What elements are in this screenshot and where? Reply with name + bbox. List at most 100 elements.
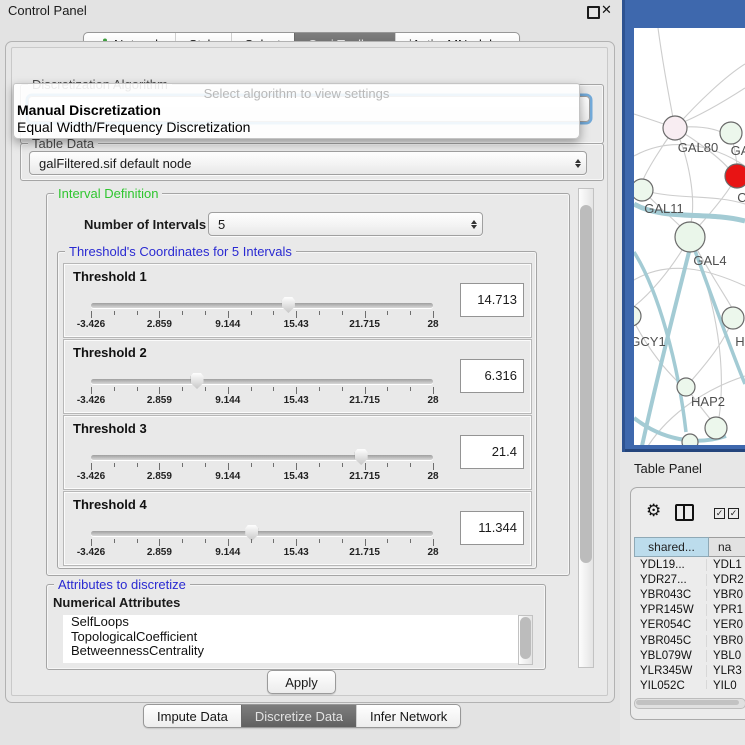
tab-impute-data[interactable]: Impute Data: [144, 705, 241, 727]
checkbox-icon[interactable]: ✓: [714, 508, 725, 519]
slider-ticks: [91, 311, 433, 319]
cell-name[interactable]: YBL0: [707, 650, 745, 662]
major-tick: [159, 463, 160, 470]
scale-label: 9.144: [215, 471, 240, 482]
cell-name[interactable]: YDL1: [707, 559, 745, 571]
threshold-3-slider[interactable]: [91, 455, 433, 460]
scrollbar-thumb[interactable]: [520, 617, 531, 659]
minor-tick: [182, 387, 183, 391]
network-edge[interactable]: [679, 88, 745, 124]
scale-label: 21.715: [349, 471, 380, 482]
cell-shared-name[interactable]: YPR145W: [634, 604, 707, 616]
minor-tick: [410, 539, 411, 543]
table-panel-region: Table Panel ⚙ ✓ ✓ shared... na YDL19...Y…: [620, 452, 745, 745]
threshold-2-slider[interactable]: [91, 379, 433, 384]
table-row[interactable]: YBL079WYBL0: [634, 648, 745, 663]
network-edge[interactable]: [658, 28, 675, 128]
cell-name[interactable]: YIL0: [707, 680, 745, 689]
minor-tick: [273, 463, 274, 467]
threshold-4-value-field[interactable]: 11.344: [460, 511, 524, 545]
slider-scale-labels: -3.4262.8599.14415.4321.71528: [91, 547, 433, 559]
threshold-1-value-field[interactable]: 14.713: [460, 283, 524, 317]
float-panel-icon[interactable]: [587, 6, 600, 19]
cell-name[interactable]: YBR0: [707, 589, 745, 601]
threshold-2-value-field[interactable]: 6.316: [460, 359, 524, 393]
table-horizontal-scrollbar[interactable]: [634, 698, 745, 709]
cell-shared-name[interactable]: YBR045C: [634, 635, 707, 647]
tab-infer-network[interactable]: Infer Network: [356, 705, 460, 727]
interval-definition-label: Interval Definition: [54, 186, 162, 201]
cell-name[interactable]: YPR1: [707, 604, 745, 616]
cell-name[interactable]: YLR3: [707, 665, 745, 677]
table-row[interactable]: YER054CYER0: [634, 618, 745, 633]
attribute-list-item[interactable]: BetweennessCentrality: [63, 644, 518, 659]
cell-shared-name[interactable]: YER054C: [634, 619, 707, 631]
network-edge[interactable]: [675, 64, 745, 128]
threshold-1-slider[interactable]: [91, 303, 433, 308]
attributes-list-scrollbar[interactable]: [518, 615, 533, 665]
network-node[interactable]: [682, 434, 698, 445]
network-node-gal4[interactable]: [675, 222, 705, 252]
major-tick: [228, 387, 229, 394]
attribute-list-item[interactable]: TopologicalCoefficient: [63, 630, 518, 645]
table-row[interactable]: YPR145WYPR1: [634, 603, 745, 618]
apply-button[interactable]: Apply: [267, 670, 336, 694]
table-row[interactable]: YBR043CYBR0: [634, 587, 745, 602]
scrollbar-thumb[interactable]: [580, 205, 592, 563]
minor-tick: [137, 387, 138, 391]
close-panel-icon[interactable]: ✕: [601, 2, 612, 18]
column-header-shared-name[interactable]: shared...: [634, 537, 709, 557]
cell-shared-name[interactable]: YBR043C: [634, 589, 707, 601]
network-canvas[interactable]: GAL80GACGAL11GAL4GCY1HHAP2: [634, 28, 745, 445]
node-label: C: [737, 190, 745, 205]
threshold-3-value-field[interactable]: 21.4: [460, 435, 524, 469]
slider-ticks: [91, 539, 433, 547]
major-tick: [159, 311, 160, 318]
scrollbar-thumb[interactable]: [636, 700, 739, 705]
major-tick: [228, 539, 229, 546]
node-label: GAL4: [693, 253, 726, 268]
minor-tick: [410, 463, 411, 467]
number-of-intervals-select[interactable]: 5: [208, 212, 483, 236]
option-manual-discretization[interactable]: Manual Discretization: [14, 102, 579, 119]
cell-name[interactable]: YBR0: [707, 635, 745, 647]
threshold-4-slider[interactable]: [91, 531, 433, 536]
major-tick: [365, 311, 366, 318]
scale-label: 28: [427, 547, 438, 558]
table-row[interactable]: YBR045CYBR0: [634, 633, 745, 648]
table-row[interactable]: YDL19...YDL1: [634, 557, 745, 572]
table-data-select[interactable]: galFiltered.sif default node: [29, 151, 587, 175]
cell-shared-name[interactable]: YDL19...: [634, 559, 707, 571]
attribute-list-item[interactable]: SelfLoops: [63, 615, 518, 630]
table-row[interactable]: YIL052CYIL0: [634, 679, 745, 690]
table-row[interactable]: YDR27...YDR2: [634, 572, 745, 587]
network-node-gal80[interactable]: [663, 116, 687, 140]
cell-name[interactable]: YER0: [707, 619, 745, 631]
split-columns-icon[interactable]: [675, 504, 694, 521]
major-tick: [296, 539, 297, 546]
cell-shared-name[interactable]: YIL052C: [634, 680, 707, 689]
major-tick: [228, 463, 229, 470]
control-panel-title: Control Panel: [8, 3, 87, 18]
table-row[interactable]: YLR345WYLR3: [634, 663, 745, 678]
column-header-name[interactable]: na: [709, 537, 745, 557]
cell-shared-name[interactable]: YBL079W: [634, 650, 707, 662]
gear-icon[interactable]: ⚙: [646, 502, 661, 519]
cell-shared-name[interactable]: YLR345W: [634, 665, 707, 677]
cell-shared-name[interactable]: YDR27...: [634, 574, 707, 586]
cell-name[interactable]: YDR2: [707, 574, 745, 586]
network-node[interactable]: [725, 164, 745, 188]
major-tick: [365, 387, 366, 394]
option-equal-width-frequency[interactable]: Equal Width/Frequency Discretization: [14, 119, 579, 136]
settings-scrollbar[interactable]: [578, 188, 594, 668]
network-node[interactable]: [705, 417, 727, 439]
network-node-gal11[interactable]: [634, 179, 653, 201]
network-node-h[interactable]: [722, 307, 744, 329]
checkbox-icon[interactable]: ✓: [728, 508, 739, 519]
tab-discretize-data[interactable]: Discretize Data: [241, 705, 356, 727]
algorithm-prompt-option[interactable]: Select algorithm to view settings: [14, 86, 579, 102]
network-node-gcy1[interactable]: [634, 306, 641, 326]
minor-tick: [342, 463, 343, 467]
network-node[interactable]: [720, 122, 742, 144]
major-tick: [91, 387, 92, 394]
